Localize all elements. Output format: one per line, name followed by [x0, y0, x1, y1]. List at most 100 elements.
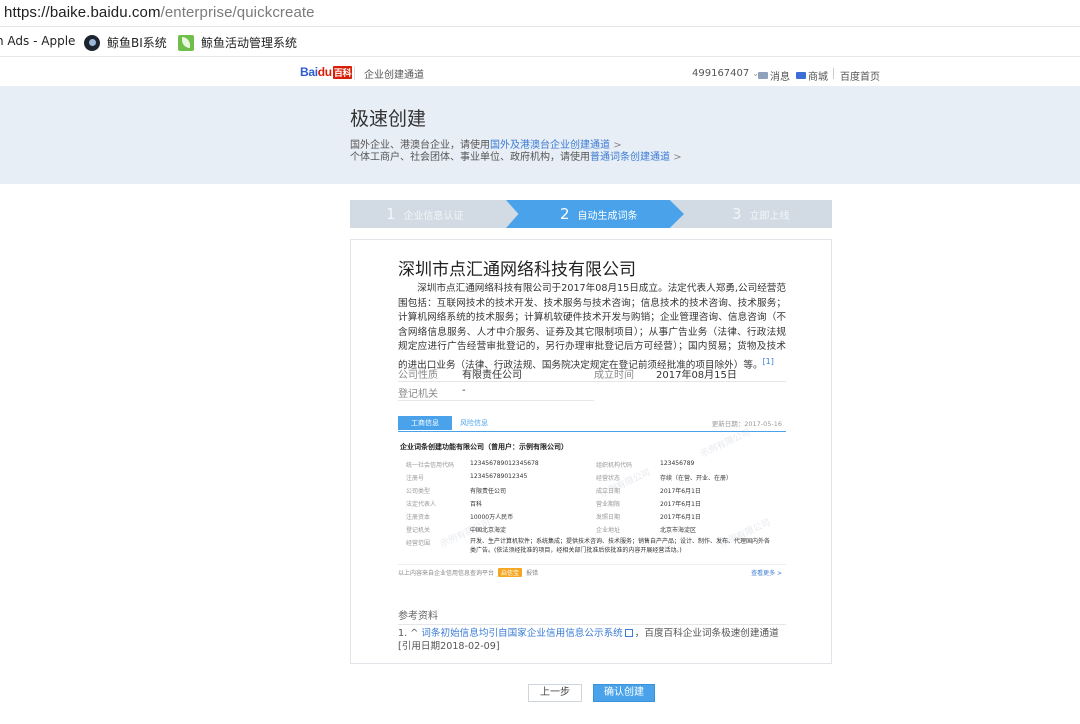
channel-title: 企业创建通道 [364, 70, 424, 81]
logo-bai: Bai [300, 65, 318, 79]
entity-name: 企业词条创建功能有限公司（曾用户：示例有限公司） [400, 443, 568, 451]
step-1: 1 企业信息认证 [386, 200, 464, 228]
chevron-right-icon: > [673, 152, 682, 163]
field-value: 有限责任公司 [470, 488, 507, 495]
general-channel-link[interactable]: 普通词条创建通道 [590, 152, 670, 163]
messages-label: 消息 [770, 72, 790, 83]
user-menu[interactable]: 499167407 ⌄ [692, 68, 759, 79]
site-header: Baidu 百科 企业创建通道 499167407 ⌄ 消息 商城 百度首页 [0, 58, 1080, 86]
field-value: 123456789 [660, 460, 695, 467]
external-link-icon [624, 629, 633, 637]
update-date: 更新日期：2017-05-16 [711, 420, 782, 428]
entry-preview-card: 深圳市点汇通网络科技有限公司 深圳市点汇通网络科技有限公司于2017年08月15… [350, 239, 832, 664]
field-label: 统一社会信用代码 [406, 462, 455, 469]
authority-value: - [462, 385, 466, 396]
mall-label: 商城 [808, 72, 828, 83]
field-label: 注册号 [406, 475, 425, 482]
reference-index: 1. ^ [398, 628, 422, 639]
header-divider [354, 66, 355, 80]
field-value: 10000万人民币 [470, 514, 514, 521]
bookmark-jingyu-activity[interactable]: 鲸鱼活动管理系统 [178, 34, 297, 51]
confirm-create-button[interactable]: 确认创建 [593, 684, 655, 702]
founded-value: 2017年08月15日 [656, 370, 737, 381]
bookmark-label: n Ads - Apple [0, 34, 76, 48]
field-label: 营业期限 [596, 501, 621, 508]
references-title: 参考资料 [398, 611, 438, 622]
bookmark-apple-ads[interactable]: n Ads - Apple [0, 34, 75, 48]
url-host: https://baike.baidu.com [4, 4, 161, 21]
references-divider [398, 624, 786, 625]
field-value: 2017年6月1日 [660, 488, 701, 495]
logo-du: du [317, 65, 332, 79]
tab-business-info: 工商信息 [398, 416, 452, 430]
bookmarks-bar: n Ads - Apple 鲸鱼BI系统 鲸鱼活动管理系统 [0, 27, 1080, 57]
step-progress: 1 企业信息认证 2 自动生成词条 3 立即上线 [350, 200, 832, 228]
company-description: 深圳市点汇通网络科技有限公司于2017年08月15日成立。法定代表人郑勇,公司经… [398, 282, 786, 374]
bookmark-label: 鲸鱼BI系统 [107, 36, 167, 50]
field-label: 成立日期 [596, 488, 621, 495]
notice-text: 个体工商户、社会团体、事业单位、政府机构，请使用 [350, 152, 590, 163]
previous-step-button[interactable]: 上一步 [528, 684, 582, 702]
tab-underline [398, 431, 786, 432]
url-text[interactable]: https://baike.baidu.com/enterprise/quick… [4, 4, 315, 21]
field-value: 2017年6月1日 [660, 501, 701, 508]
field-value: 中国北京海淀 [470, 527, 507, 534]
step-2-active: 2 自动生成词条 [560, 200, 638, 228]
business-scope-value: 开发、生产计算机软件；系统集成；提供技术咨询、技术服务；销售自产产品；设计、制作… [470, 538, 771, 554]
header-divider [833, 68, 834, 79]
general-notice: 个体工商户、社会团体、事业单位、政府机构，请使用普通词条创建通道 > [350, 148, 682, 163]
embed-divider [398, 564, 786, 565]
mall-link[interactable]: 商城 [796, 68, 828, 83]
info-row: 登记机关 - [398, 382, 594, 401]
field-label: 发照日期 [596, 514, 621, 521]
field-label: 经营范围 [406, 540, 431, 547]
qixinbao-logo: 启信宝 [498, 568, 523, 577]
field-label: 企业地址 [596, 527, 621, 534]
bookmark-jingyu-bi[interactable]: 鲸鱼BI系统 [84, 34, 167, 51]
report-error-link: 报错 [526, 570, 539, 577]
field-label: 组织机构代码 [596, 462, 633, 469]
data-source: 以上内容来自企业信用信息查询平台 启信宝 报错 [398, 568, 538, 577]
bookmark-label: 鲸鱼活动管理系统 [201, 36, 298, 50]
founded-label: 成立时间 [594, 370, 634, 381]
step-label: 自动生成词条 [577, 210, 638, 222]
logo-baike: 百科 [332, 66, 353, 79]
page-banner: 极速创建 国外企业、港澳台企业，请使用国外及港澳台企业创建通道 > 个体工商户、… [0, 86, 1080, 184]
baidu-home-link[interactable]: 百度首页 [840, 68, 880, 83]
url-path: /enterprise/quickcreate [160, 4, 315, 21]
field-value: 百科 [470, 501, 483, 508]
username: 499167407 [692, 68, 750, 79]
page-title: 极速创建 [350, 108, 427, 130]
envelope-icon [758, 72, 768, 79]
field-value: 2017年6月1日 [660, 514, 701, 521]
field-label: 登记机关 [406, 527, 431, 534]
address-bar[interactable]: https://baike.baidu.com/enterprise/quick… [0, 0, 1080, 27]
tab-risk-info: 风险信息 [460, 419, 488, 427]
baidu-baike-logo[interactable]: Baidu 百科 [300, 65, 353, 79]
step-number: 3 [732, 205, 742, 223]
field-label: 法定代表人 [406, 501, 437, 508]
step-number: 1 [386, 205, 396, 223]
company-name: 深圳市点汇通网络科技有限公司 [398, 260, 636, 280]
step-number: 2 [560, 205, 570, 223]
company-type-label: 公司性质 [398, 370, 438, 381]
whale-app-icon [84, 34, 100, 51]
cart-icon [796, 72, 806, 79]
reference-item: 1. ^ 词条初始信息均引自国家企业信用信息公示系统 ，百度百科企业词条极速创建通… [398, 628, 788, 653]
step-label: 立即上线 [749, 210, 790, 222]
field-value: 123456789012345 [470, 473, 528, 480]
description-text: 深圳市点汇通网络科技有限公司于2017年08月15日成立。法定代表人郑勇,公司经… [398, 283, 786, 372]
source-text: 以上内容来自企业信用信息查询平台 [398, 570, 495, 577]
field-value: 存续（在营、开业、在册） [660, 475, 733, 482]
field-label: 经营状态 [596, 475, 621, 482]
leaf-app-icon [178, 34, 194, 51]
step-label: 企业信息认证 [403, 210, 464, 222]
info-row: 公司性质 有限责任公司 成立时间 2017年08月15日 [398, 363, 786, 382]
authority-label: 登记机关 [398, 389, 438, 400]
company-type-value: 有限责任公司 [462, 370, 522, 381]
view-more-link: 查看更多 > [751, 570, 782, 577]
step-3: 3 立即上线 [732, 200, 790, 228]
home-label: 百度首页 [840, 72, 880, 83]
messages-link[interactable]: 消息 [758, 68, 790, 83]
reference-link[interactable]: 词条初始信息均引自国家企业信用信息公示系统 [421, 628, 622, 639]
